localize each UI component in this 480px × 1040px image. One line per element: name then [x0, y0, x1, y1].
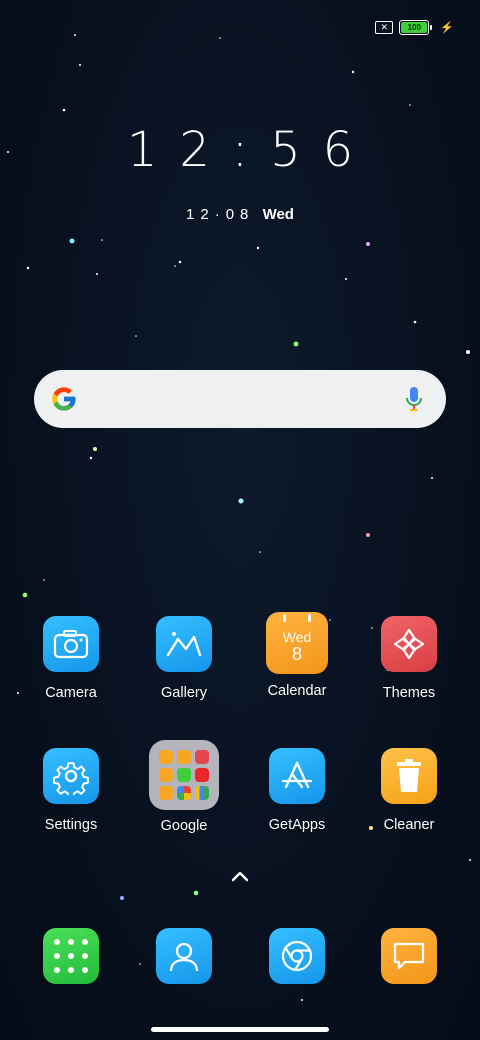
getapps-icon [269, 748, 325, 804]
themes-icon [381, 616, 437, 672]
dock-browser[interactable] [242, 928, 352, 984]
chevron-up-icon[interactable] [230, 866, 250, 886]
photos-icon [177, 786, 191, 800]
gallery-icon [156, 616, 212, 672]
youtube-icon [195, 768, 209, 782]
app-label: Google [160, 818, 208, 834]
app-label: GetApps [268, 817, 326, 833]
app-camera[interactable]: Camera [16, 616, 126, 701]
mini-app-icon [159, 786, 173, 800]
files-icon [195, 786, 209, 800]
dock-app-drawer[interactable] [16, 928, 126, 984]
app-themes[interactable]: Themes [354, 616, 464, 701]
browser-icon [269, 928, 325, 984]
status-bar: ✕ 100 ⚡ [375, 20, 454, 35]
clock-date[interactable]: 12·08 Wed [0, 206, 480, 223]
app-gallery[interactable]: Gallery [129, 616, 239, 701]
mini-app-icon [195, 750, 209, 764]
google-folder-icon [149, 740, 219, 810]
app-calendar[interactable]: Wed 8 Calendar [242, 612, 352, 699]
google-search-bar[interactable] [34, 370, 446, 428]
app-label: Calendar [267, 683, 327, 699]
app-label: Themes [382, 685, 436, 701]
app-google-folder[interactable]: Google [129, 740, 239, 834]
messages-icon [381, 928, 437, 984]
calendar-icon: Wed 8 [266, 612, 328, 674]
home-gesture-bar[interactable] [151, 1027, 329, 1032]
trash-icon [381, 748, 437, 804]
no-sim-icon: ✕ [375, 21, 394, 34]
weekday-text: Wed [262, 206, 294, 223]
calendar-weekday: Wed [282, 629, 312, 645]
mini-app-icon [159, 768, 173, 782]
battery-indicator: 100 [399, 20, 433, 35]
app-drawer-icon [43, 928, 99, 984]
mini-app-icon [159, 750, 173, 764]
calendar-day: 8 [291, 644, 302, 664]
dock-messages[interactable] [354, 928, 464, 984]
app-label: Camera [45, 685, 97, 701]
microphone-icon[interactable] [404, 385, 424, 413]
app-getapps[interactable]: GetApps [242, 748, 352, 833]
dock-contacts[interactable] [129, 928, 239, 984]
app-settings[interactable]: Settings [16, 748, 126, 833]
app-label: Gallery [161, 685, 207, 701]
bolt-icon: ⚡ [440, 22, 454, 34]
clock-time[interactable]: 12:56 [0, 122, 480, 178]
app-cleaner[interactable]: Cleaner [354, 748, 464, 833]
battery-level: 100 [401, 22, 428, 33]
gear-icon [43, 748, 99, 804]
app-label: Settings [44, 817, 98, 833]
camera-icon [43, 616, 99, 672]
mini-app-icon [177, 750, 191, 764]
mini-app-icon [177, 768, 191, 782]
google-g-icon [52, 387, 76, 411]
date-text: 12·08 [186, 206, 255, 223]
app-label: Cleaner [383, 817, 435, 833]
contacts-icon [156, 928, 212, 984]
